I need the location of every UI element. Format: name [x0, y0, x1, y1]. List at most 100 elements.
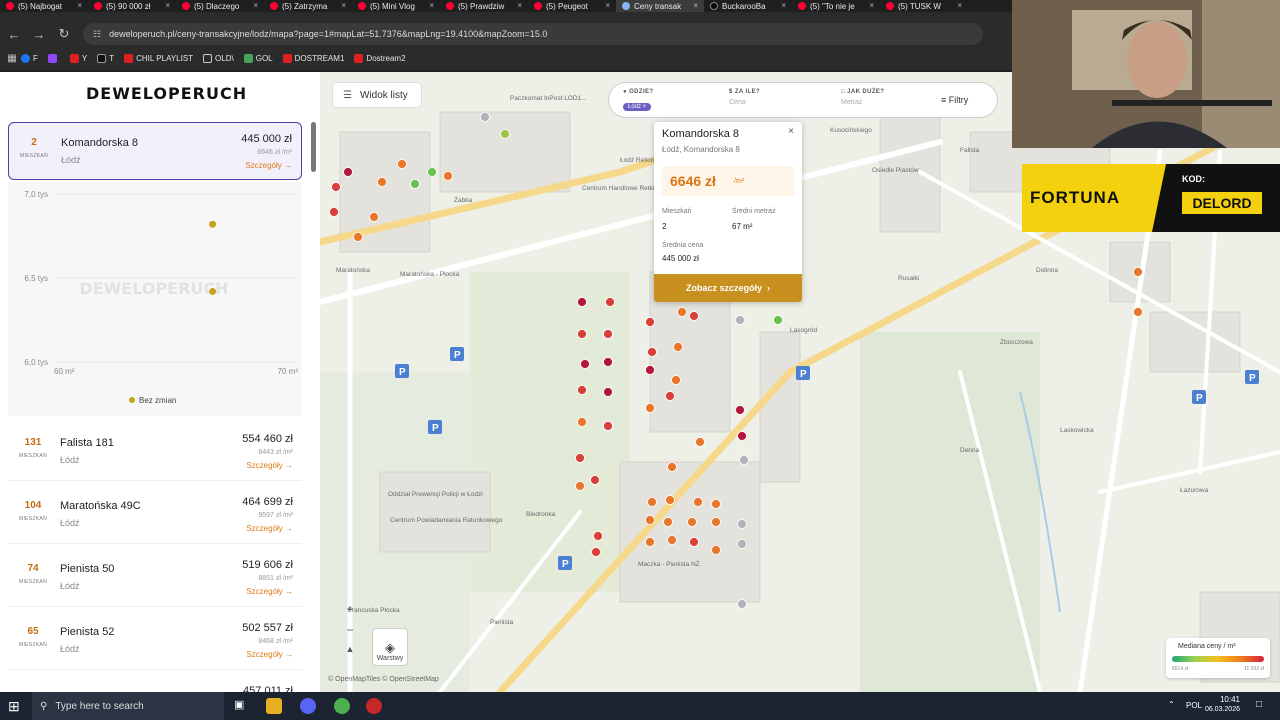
location-chip[interactable]: Łódź ×	[623, 103, 652, 111]
size-field[interactable]: □ JAK DUŻE? Metraż	[841, 89, 884, 106]
layers-button[interactable]: ◈ Warstwy	[372, 628, 408, 666]
youtube-icon	[446, 2, 454, 10]
bookmark-item[interactable]: Dostream2	[354, 53, 406, 63]
tray-date[interactable]: 06.03.2026	[1200, 706, 1240, 713]
zoom-in-button[interactable]: +	[346, 602, 353, 623]
listing-price-per-m2: 8468 zł /m²	[258, 638, 293, 645]
map-label: Kusocińskiego	[830, 127, 872, 134]
legend-min: 6514 zł	[1172, 666, 1189, 672]
back-icon[interactable]: ←	[3, 23, 25, 45]
details-link[interactable]: Szczegóły →	[246, 650, 293, 659]
listing-card[interactable]: 2 MIESZKAŃ Komandorska 8 Łódź 445 000 zł 6646…	[8, 122, 302, 180]
filters-button[interactable]: ≡ Filtry	[941, 95, 968, 105]
avg-price-value: 445 000 zł	[662, 254, 699, 263]
location-field[interactable]: ● GDZIE? Łódź ×	[623, 89, 654, 113]
listing-unit: MIESZKAŃ	[19, 579, 47, 585]
map-attribution[interactable]: © OpenMapTiles © OpenStreetMap	[328, 676, 439, 683]
reload-icon[interactable]: ↻	[53, 23, 75, 45]
browser-tab[interactable]: (5) Zatrzyma ×	[264, 0, 352, 12]
windows-start-icon[interactable]: ⊞	[8, 698, 20, 715]
bookmark-label: F	[33, 53, 38, 63]
forward-icon[interactable]: →	[28, 23, 50, 45]
listing-card[interactable]: 104 MIESZKAŃ Maratońska 49C Łódź 464 699 zł 9…	[8, 486, 302, 544]
bookmark-item[interactable]: GOL	[243, 53, 273, 63]
map-label: Zbocczowa	[1000, 339, 1033, 346]
task-view-icon[interactable]: ▣	[234, 698, 250, 714]
listings-sidebar: DEWELOPERUCH 2 MIESZKAŃ Komandorska 8 Łódź 4…	[0, 72, 320, 692]
price-marker	[665, 495, 675, 505]
browser-tab[interactable]: (5) "To nie je ×	[792, 0, 880, 12]
price-marker	[711, 517, 721, 527]
close-icon[interactable]: ×	[788, 126, 794, 137]
discord-icon[interactable]	[300, 698, 316, 714]
tab-close-icon[interactable]: ×	[341, 1, 346, 10]
listing-card[interactable]: 131 MIESZKAŃ Falista 181 Łódź 554 460 zł 8443…	[8, 423, 302, 481]
price-field[interactable]: $ ZA ILE? Cena	[729, 89, 760, 106]
flats-label: Mieszkań	[662, 208, 692, 215]
url-input[interactable]: ☷ deweloperuch.pl/ceny-transakcyjne/lodz…	[83, 23, 983, 45]
browser-tab[interactable]: (5) Dlaczego ×	[176, 0, 264, 12]
tab-close-icon[interactable]: ×	[781, 1, 786, 10]
zoom-controls: + − ▲	[338, 602, 362, 666]
price-marker	[377, 177, 387, 187]
details-link[interactable]: Szczegóły →	[246, 524, 293, 533]
bookmark-item[interactable]: Y	[69, 53, 87, 63]
bookmark-item[interactable]: CHIL PLAYLIST	[124, 53, 193, 63]
browser-tab[interactable]: (5) Mini Vlog ×	[352, 0, 440, 12]
tab-close-icon[interactable]: ×	[253, 1, 258, 10]
obs-icon[interactable]	[366, 698, 382, 714]
tab-close-icon[interactable]: ×	[605, 1, 610, 10]
tab-close-icon[interactable]: ×	[517, 1, 522, 10]
browser-tab[interactable]: (5) Peugeot ×	[528, 0, 616, 12]
listing-city: Łódź	[60, 455, 80, 465]
tab-close-icon[interactable]: ×	[693, 1, 698, 10]
file-explorer-icon[interactable]	[266, 698, 282, 714]
listing-card[interactable]: 457 011 zł	[8, 675, 302, 692]
listing-count: 74	[27, 563, 39, 574]
tray-chevron-icon[interactable]: ⌃	[1168, 700, 1175, 709]
tab-close-icon[interactable]: ×	[165, 1, 170, 10]
tray-time[interactable]: 10:41	[1208, 695, 1240, 704]
details-link[interactable]: Szczegóły →	[246, 461, 293, 470]
listing-card[interactable]: 65 MIESZKAŃ Pienista 52 Łódź 502 557 zł 8468 …	[8, 612, 302, 670]
zoom-out-button[interactable]: −	[346, 623, 353, 644]
list-view-button[interactable]: ☰ Widok listy	[332, 82, 422, 108]
price-chart-svg: 7,0 tys 6,5 tys 6,0 tys 60 m² 70 m² DEWELOPER…	[24, 190, 298, 405]
tab-close-icon[interactable]: ×	[869, 1, 874, 10]
url-text: deweloperuch.pl/ceny-transakcyjne/lodz/m…	[109, 29, 548, 39]
taskbar-search[interactable]: ⚲ Type here to search	[32, 692, 224, 720]
site-info-icon[interactable]: ☷	[93, 29, 101, 40]
sidebar-scrollbar[interactable]	[311, 122, 316, 172]
tab-close-icon[interactable]: ×	[429, 1, 434, 10]
tab-close-icon[interactable]: ×	[957, 1, 962, 10]
chrome-icon[interactable]	[334, 698, 350, 714]
tab-close-icon[interactable]: ×	[77, 1, 82, 10]
browser-tab[interactable]: Ceny transak ×	[616, 0, 704, 12]
bookmark-item[interactable]: OLD\	[203, 53, 234, 63]
bookmark-item[interactable]	[47, 53, 60, 63]
browser-tab[interactable]: (5) Najbogat ×	[0, 0, 88, 12]
notification-icon[interactable]: □	[1256, 699, 1262, 710]
legend-title: Mediana ceny / m²	[1178, 643, 1236, 650]
listing-card[interactable]: 74 MIESZKAŃ Pienista 50 Łódź 519 606 zł 8851 …	[8, 549, 302, 607]
search-bar[interactable]: ● GDZIE? Łódź × $ ZA ILE? Cena □ JAK DUŻ…	[608, 82, 998, 118]
browser-tab[interactable]: (5) TUSK W ×	[880, 0, 968, 12]
site-logo[interactable]: DEWELOPERUCH	[86, 84, 247, 103]
browser-tab[interactable]: (5) Prawdziw ×	[440, 0, 528, 12]
see-details-button[interactable]: Zobacz szczegóły ›	[654, 274, 802, 302]
price-marker	[410, 179, 420, 189]
details-link[interactable]: Szczegóły →	[246, 587, 293, 596]
bookmark-item[interactable]: F	[21, 53, 38, 63]
browser-tab[interactable]: BuckarooBa ×	[704, 0, 792, 12]
bookmark-item[interactable]: T	[97, 53, 114, 63]
details-link[interactable]: Szczegóły →	[245, 161, 292, 170]
compass-button[interactable]: ▲	[346, 644, 355, 665]
apps-grid-icon[interactable]: ▦	[3, 47, 21, 69]
map-label: Żabka	[454, 195, 472, 204]
chart-watermark: DEWELOPERUCH	[79, 279, 228, 298]
map-label: Osiedle Piastów	[872, 167, 919, 174]
price-legend[interactable]: Mediana ceny / m² 6514 zł 11 032 zł	[1166, 638, 1270, 678]
browser-tab[interactable]: (5) 90 000 zł ×	[88, 0, 176, 12]
listing-city: Łódź	[61, 155, 81, 165]
bookmark-item[interactable]: DOSTREAM1	[282, 53, 344, 63]
